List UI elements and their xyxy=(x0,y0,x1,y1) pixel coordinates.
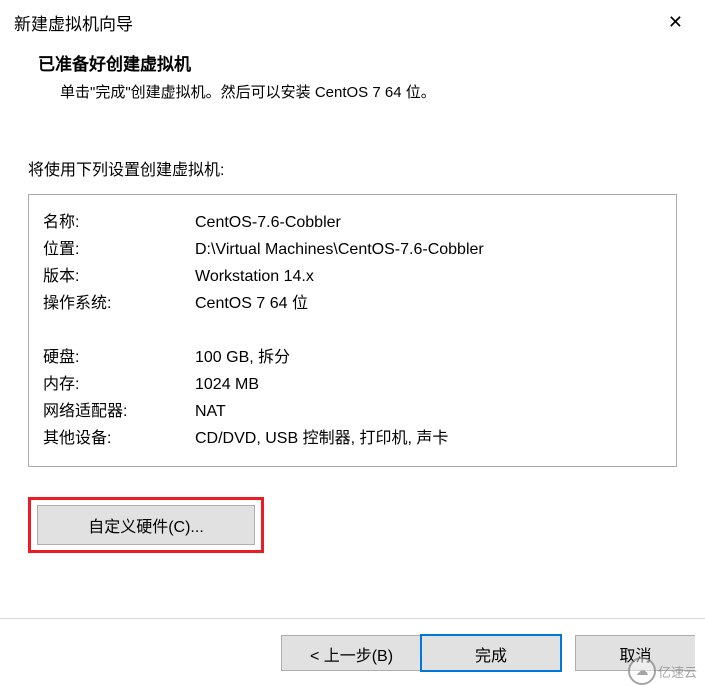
cancel-button[interactable]: 取消 xyxy=(575,635,695,671)
location-label: 位置: xyxy=(43,236,195,263)
memory-value: 1024 MB xyxy=(195,371,662,398)
wizard-body: 将使用下列设置创建虚拟机: 名称: CentOS-7.6-Cobbler 位置:… xyxy=(0,116,705,553)
os-label: 操作系统: xyxy=(43,290,195,317)
settings-row-other: 其他设备: CD/DVD, USB 控制器, 打印机, 声卡 xyxy=(43,425,662,452)
name-label: 名称: xyxy=(43,209,195,236)
disk-value: 100 GB, 拆分 xyxy=(195,344,662,371)
settings-row-network: 网络适配器: NAT xyxy=(43,398,662,425)
wizard-header: 已准备好创建虚拟机 单击"完成"创建虚拟机。然后可以安装 CentOS 7 64… xyxy=(0,42,705,116)
window-title: 新建虚拟机向导 xyxy=(14,10,133,35)
other-value: CD/DVD, USB 控制器, 打印机, 声卡 xyxy=(195,425,662,452)
name-value: CentOS-7.6-Cobbler xyxy=(195,209,662,236)
version-label: 版本: xyxy=(43,263,195,290)
back-button[interactable]: < 上一步(B) xyxy=(281,635,421,671)
settings-intro: 将使用下列设置创建虚拟机: xyxy=(28,156,677,180)
settings-row-location: 位置: D:\Virtual Machines\CentOS-7.6-Cobbl… xyxy=(43,236,662,263)
wizard-footer: < 上一步(B) 完成 取消 xyxy=(0,619,705,687)
close-icon[interactable]: ✕ xyxy=(660,8,691,37)
location-value: D:\Virtual Machines\CentOS-7.6-Cobbler xyxy=(195,236,662,263)
customize-hardware-highlight: 自定义硬件(C)... xyxy=(28,497,264,553)
settings-gap xyxy=(43,317,662,344)
settings-row-name: 名称: CentOS-7.6-Cobbler xyxy=(43,209,662,236)
settings-row-os: 操作系统: CentOS 7 64 位 xyxy=(43,290,662,317)
wizard-heading: 已准备好创建虚拟机 xyxy=(38,50,683,75)
wizard-subheading: 单击"完成"创建虚拟机。然后可以安装 CentOS 7 64 位。 xyxy=(38,81,683,102)
settings-row-version: 版本: Workstation 14.x xyxy=(43,263,662,290)
disk-label: 硬盘: xyxy=(43,344,195,371)
titlebar: 新建虚拟机向导 ✕ xyxy=(0,0,705,42)
settings-row-memory: 内存: 1024 MB xyxy=(43,371,662,398)
memory-label: 内存: xyxy=(43,371,195,398)
os-value: CentOS 7 64 位 xyxy=(195,290,662,317)
network-value: NAT xyxy=(195,398,662,425)
settings-row-disk: 硬盘: 100 GB, 拆分 xyxy=(43,344,662,371)
settings-summary-box: 名称: CentOS-7.6-Cobbler 位置: D:\Virtual Ma… xyxy=(28,194,677,467)
version-value: Workstation 14.x xyxy=(195,263,662,290)
network-label: 网络适配器: xyxy=(43,398,195,425)
finish-button[interactable]: 完成 xyxy=(421,635,561,671)
other-label: 其他设备: xyxy=(43,425,195,452)
customize-hardware-button[interactable]: 自定义硬件(C)... xyxy=(37,505,255,545)
